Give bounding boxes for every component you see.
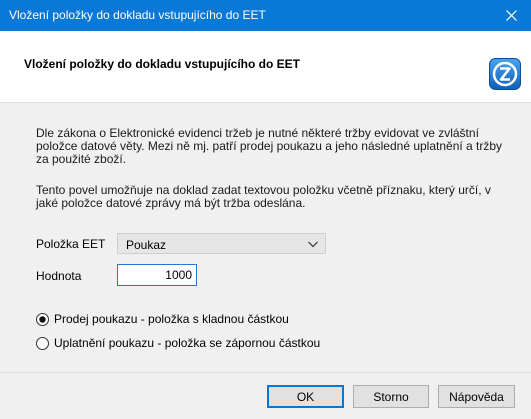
eet-item-select[interactable]: Poukaz — [117, 233, 326, 254]
window-title: Vložení položky do dokladu vstupujícího … — [9, 8, 266, 22]
value-input[interactable] — [117, 264, 197, 286]
eet-item-value: Poukaz — [126, 238, 167, 252]
close-button[interactable] — [491, 0, 531, 31]
radio-redeem-label: Uplatnění poukazu - položka se zápornou … — [54, 336, 321, 350]
value-label: Hodnota — [36, 269, 82, 283]
chevron-down-icon — [308, 241, 318, 248]
z-logo-icon — [489, 58, 521, 90]
ok-button[interactable]: OK — [267, 385, 344, 408]
dialog-content: Dle zákona o Elektronické evidenci tržeb… — [0, 103, 531, 372]
info-paragraph-2: Tento povel umožňuje na doklad zadat tex… — [36, 183, 491, 210]
radio-sale[interactable]: Prodej poukazu - položka s kladnou částk… — [36, 312, 289, 326]
radio-redeem[interactable]: Uplatnění poukazu - položka se zápornou … — [36, 336, 320, 350]
dialog-footer: OK Storno Nápověda — [0, 372, 531, 419]
close-icon — [505, 10, 517, 21]
radio-selected-icon — [36, 312, 49, 326]
eet-item-label: Položka EET — [36, 237, 106, 251]
title-bar: Vložení položky do dokladu vstupujícího … — [0, 0, 531, 31]
dialog-header: Vložení položky do dokladu vstupujícího … — [0, 31, 531, 103]
cancel-button[interactable]: Storno — [353, 385, 429, 408]
radio-unselected-icon — [36, 336, 49, 350]
radio-sale-label: Prodej poukazu - položka s kladnou částk… — [54, 312, 289, 326]
header-title: Vložení položky do dokladu vstupujícího … — [24, 57, 301, 71]
help-button[interactable]: Nápověda — [438, 385, 515, 408]
info-paragraph-1: Dle zákona o Elektronické evidenci tržeb… — [36, 126, 503, 166]
